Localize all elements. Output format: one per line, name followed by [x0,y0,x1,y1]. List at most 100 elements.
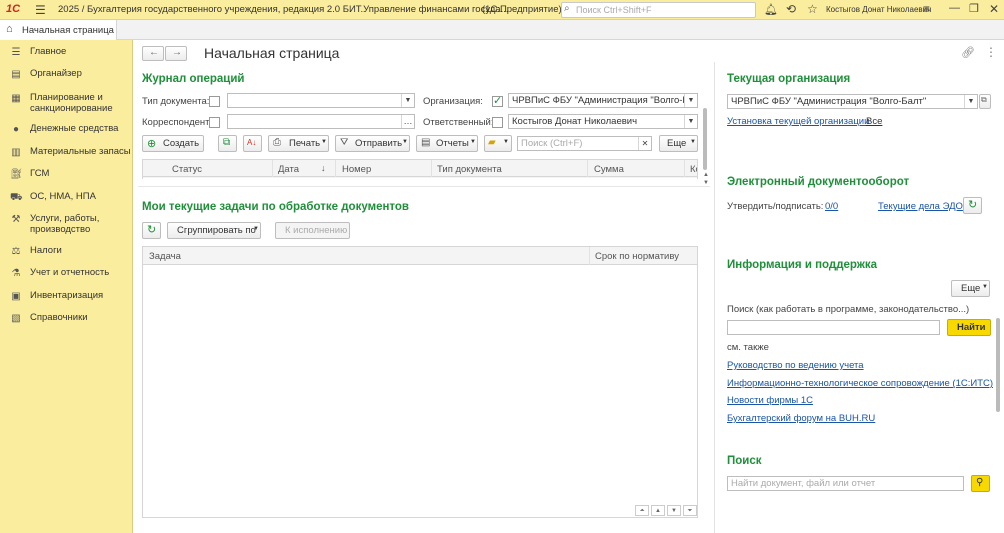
col-number[interactable]: Номер [342,164,371,175]
to-execution-button[interactable]: К исполнению [275,222,350,239]
col-doc-type[interactable]: Тип документа [437,164,502,175]
info-scrollbar[interactable] [996,318,1000,412]
info-search-input[interactable] [727,320,940,335]
sidebar-item-organizer[interactable]: ▤ Органайзер [0,68,133,82]
reports-button[interactable]: ▤ Отчеты ▼ [416,135,478,152]
attachments-button[interactable]: ▰ ▼ [484,135,512,152]
clear-icon[interactable]: ✕ [638,137,651,150]
responsible-field[interactable]: Костыгов Донат Николаевич ▼ [508,114,698,129]
info-link-guide[interactable]: Руководство по ведению учета [727,360,864,371]
chevron-down-icon[interactable]: ▼ [703,180,709,186]
sidebar-item-fuel[interactable]: ⛽︎ ГСМ [0,168,133,182]
sidebar-item-assets[interactable]: ⛟ ОС, НМА, НПА [0,191,133,205]
col-sum[interactable]: Сумма [594,164,624,175]
more-vertical-icon[interactable]: ⋮ [985,45,997,59]
correspondent-field[interactable]: … [227,114,415,129]
col-divider [589,247,590,265]
global-search-input[interactable]: ⌕ Поиск Ctrl+Shift+F [561,2,756,18]
copy-document-button[interactable]: ⧉ [218,135,237,152]
journal-more-button[interactable]: Еще ▼ [659,135,698,152]
bell-icon[interactable]: 🔔︎ [764,3,778,16]
all-orgs-link[interactable]: Все [866,116,882,127]
user-name[interactable]: Костыгов Донат Николаевич [826,5,931,14]
journal-search-input[interactable]: Поиск (Ctrl+F) ✕ [517,136,652,151]
panel-divider [714,62,715,533]
dropdown-icon[interactable]: ▼ [401,94,414,107]
forward-button[interactable]: → [165,46,187,61]
prev-page-icon[interactable]: ▲ [651,505,665,516]
doc-search-input[interactable]: Найти документ, файл или отчет [727,476,964,491]
col-divider [684,160,685,177]
table-row[interactable] [143,178,697,179]
find-button[interactable]: Найти [947,319,991,336]
last-page-icon[interactable]: ⏷ [683,505,697,516]
doc-search-button[interactable]: ⚲ [971,475,990,492]
doc-type-checkbox[interactable] [209,96,220,107]
funnel-icon: ⛛ [340,137,349,148]
info-link-forum[interactable]: Бухгалтерский форум на BUH.RU [727,413,875,424]
set-org-link[interactable]: Установка текущей организации [727,116,869,127]
first-page-icon[interactable]: ⏶ [635,505,649,516]
minimize-icon[interactable]: — [949,2,960,14]
sidebar-item-services[interactable]: ⚒ Услуги, работы, производство [0,213,133,237]
col-divider [335,160,336,177]
print-button[interactable]: ⎙ Печать ▼ [268,135,329,152]
sidebar-item-money[interactable]: ● Денежные средства [0,123,133,137]
link-icon[interactable]: 🔗︎ [961,46,975,59]
ellipsis-icon[interactable]: … [401,115,414,128]
journal-table[interactable]: Статус Дата ↓ Номер Тип документа Сумма … [142,159,698,179]
group-by-button[interactable]: Сгруппировать по ▼ [167,222,261,239]
page-title: Начальная страница [204,45,340,61]
chevron-down-icon: ▼ [690,139,696,145]
sidebar-item-inventory[interactable]: ▥ Материальные запасы [0,146,133,160]
col-task[interactable]: Задача [149,251,181,262]
org-checkbox[interactable]: ✓ [492,95,503,107]
sidebar-item-planning[interactable]: ▦ Планирование и санкционирование [0,92,133,116]
correspondent-checkbox[interactable] [209,117,220,128]
doc-type-field[interactable]: ▼ [227,93,415,108]
info-more-button[interactable]: Еще ▼ [951,280,990,297]
info-link-its[interactable]: Информационно-технологическое сопровожде… [727,378,993,389]
settings-icon[interactable]: ≡ [923,2,930,16]
dropdown-icon[interactable]: ▼ [684,115,697,128]
sidebar-item-inventory-check[interactable]: ▣ Инвентаризация [0,290,133,304]
tab-home[interactable]: ⌂ Начальная страница [0,20,117,40]
send-button[interactable]: ⛛ Отправить ▼ [335,135,410,152]
sidebar-item-main[interactable]: ☰ Главное [0,46,133,60]
open-org-button[interactable]: ⧉ [979,94,991,109]
col-date[interactable]: Дата [278,164,299,175]
next-page-icon[interactable]: ▼ [667,505,681,516]
org-title: Текущая организация [727,73,851,85]
sidebar-item-taxes[interactable]: ⚖ Налоги [0,245,133,259]
dropdown-icon[interactable]: ▼ [964,95,977,108]
refresh-icon: ↻ [147,224,157,236]
responsible-checkbox[interactable] [492,117,503,128]
main-menu-icon[interactable]: ☰ [35,3,46,17]
approve-count-link[interactable]: 0/0 [825,201,838,212]
info-link-news[interactable]: Новости фирмы 1С [727,395,813,406]
col-deadline[interactable]: Срок по нормативу [595,251,679,262]
restore-icon[interactable]: ❐ [969,2,979,15]
star-icon[interactable]: ☆ [807,2,818,16]
sidebar-item-catalogs[interactable]: ▧ Справочники [0,312,133,326]
responsible-value: Костыгов Донат Николаевич [512,116,638,127]
create-button[interactable]: ⊕ Создать [142,135,204,152]
edo-current-link[interactable]: Текущие дела ЭДО [878,201,963,212]
sidebar-item-reports[interactable]: ⚗ Учет и отчетность [0,267,133,281]
tasks-table[interactable]: Задача Срок по нормативу ⏶ ▲ ▼ ⏷ [142,246,698,518]
chevron-up-icon[interactable]: ▲ [703,172,709,178]
refresh-edo-button[interactable]: ↻ [963,197,982,214]
org-field[interactable]: ЧРВПиС ФБУ "Администрация "Волго-Балт" ▼ [508,93,698,108]
journal-scrollbar[interactable] [703,108,707,170]
refresh-tasks-button[interactable]: ↻ [142,222,161,239]
current-org-field[interactable]: ЧРВПиС ФБУ "Администрация "Волго-Балт" ▼ [727,94,978,109]
back-button[interactable]: ← [142,46,164,61]
dropdown-icon[interactable]: ▼ [684,94,697,107]
col-status[interactable]: Статус [172,164,202,175]
history-icon[interactable]: ⟲ [786,2,796,16]
home-icon: ⌂ [6,23,13,35]
close-icon[interactable]: ✕ [989,2,999,16]
sort-button[interactable]: A↓ [243,135,262,152]
col-correspondent[interactable]: Ко [690,164,697,175]
search-title: Поиск [727,455,762,467]
